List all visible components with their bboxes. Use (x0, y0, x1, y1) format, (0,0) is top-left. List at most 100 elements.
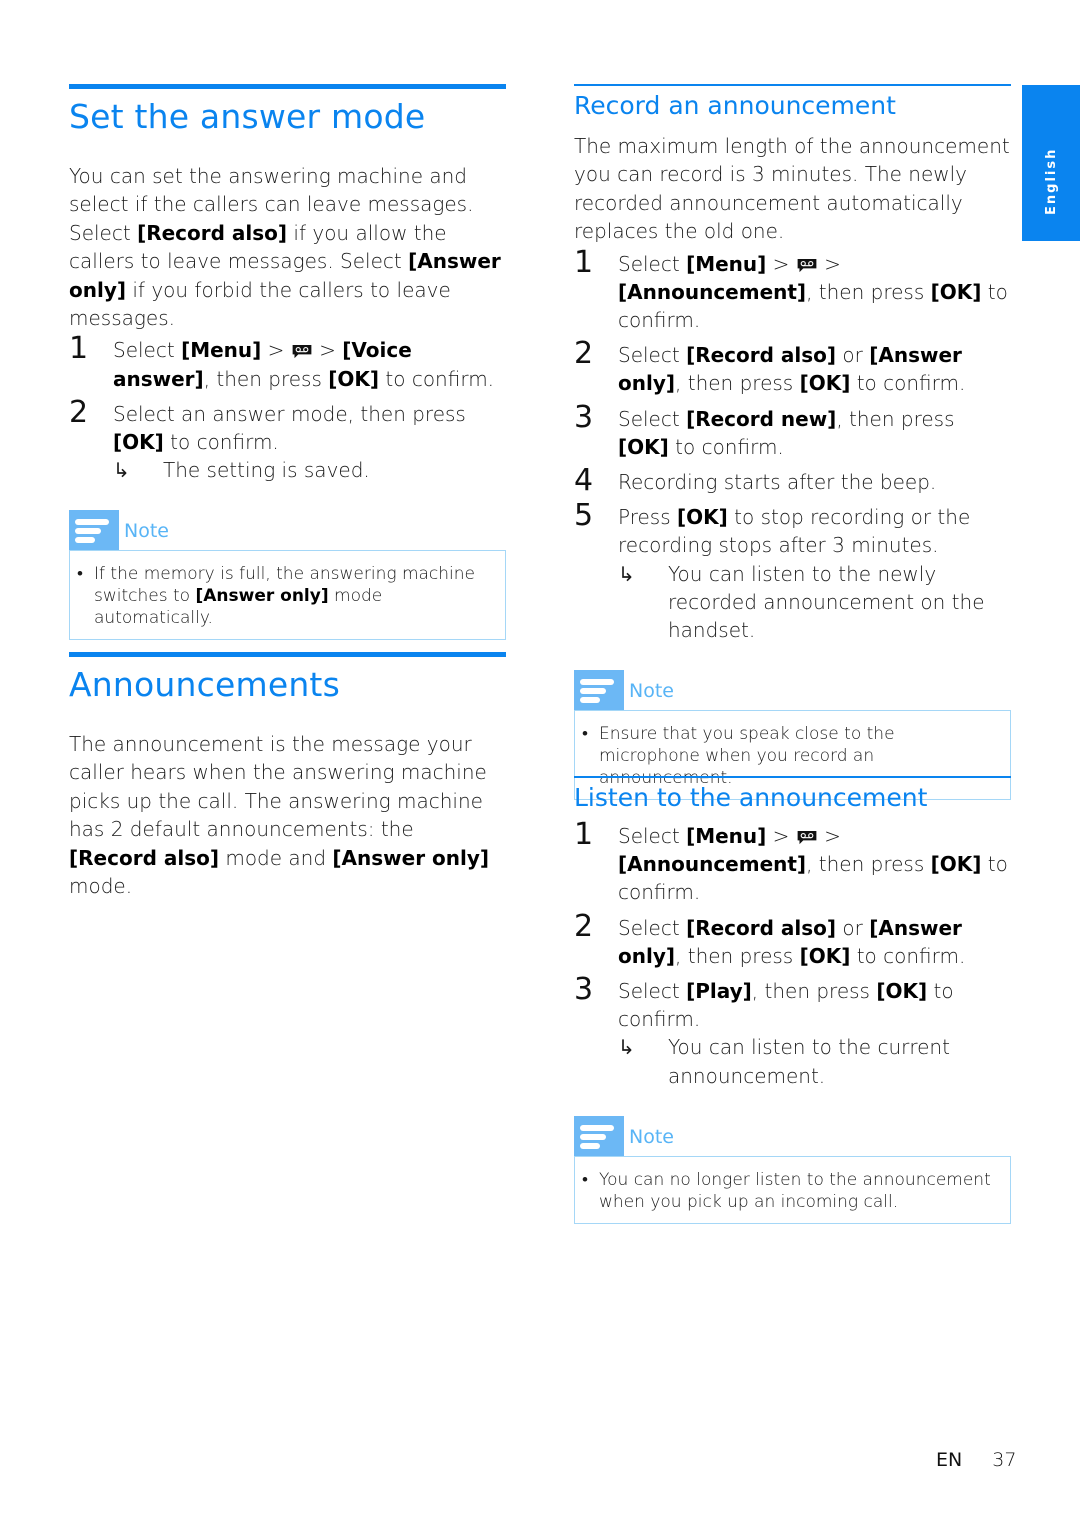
note: Note • If the memory is full, the answerin… (69, 510, 506, 641)
step-result: ↳ You can listen to the newly recorded an… (618, 560, 1011, 645)
note-header: Note (574, 1115, 1011, 1156)
note-header: Note (574, 670, 1011, 711)
note-icon (574, 670, 624, 711)
section-rule (574, 776, 1011, 778)
text-run: Select (618, 824, 687, 848)
step-number: 3 (574, 972, 594, 1008)
step-text: Select [Menu] > > [Announcement], then p… (618, 822, 1011, 907)
result-text: You can listen to the current announceme… (668, 1035, 950, 1088)
voice-message-icon (797, 830, 817, 845)
step-number: 5 (574, 498, 594, 534)
text-run: You can no longer listen to the announce… (599, 1169, 991, 1212)
step-text: Select [Menu] > > [Voice answer], then p… (113, 336, 506, 392)
section-set-answer-mode: Set the answer mode You can set the answ… (69, 84, 506, 641)
step-text: Select an answer mode, then press [OK] t… (113, 400, 506, 456)
option-label: [Record also] (137, 220, 288, 245)
option-label: [Play] (686, 979, 752, 1004)
option-label: [OK] (328, 366, 380, 391)
step-number: 1 (574, 817, 594, 852)
text-run: or (836, 915, 870, 940)
text-run: to confirm. (850, 943, 966, 968)
option-label: [Announcement] (618, 279, 807, 304)
text-run: to confirm. (668, 434, 784, 459)
text-run: Select (618, 343, 687, 368)
text-run: to confirm. (850, 371, 966, 396)
text-run: or (836, 343, 870, 368)
option-label: [Menu] (181, 338, 262, 363)
note-header: Note (69, 510, 506, 551)
section-title: Announcements (69, 665, 340, 704)
voice-message-icon (292, 345, 312, 359)
step-text: Select [Menu] > > [Announcement], then p… (618, 250, 1011, 335)
step-number: 2 (69, 394, 89, 430)
bullet-icon: • (77, 564, 83, 585)
section-record-announcement: Record an announcement The maximum lengt… (574, 84, 1011, 801)
text-run: The announcement is the message your cal… (69, 732, 487, 842)
section-title: Listen to the announcement (574, 783, 928, 812)
text-run: > (312, 338, 343, 363)
step-item: 1 Select [Menu] > > [Announcement], then … (574, 245, 1011, 335)
step-item: 3 Select [Play], then press [OK] to confi… (574, 973, 1011, 1090)
text-run: Select (618, 406, 687, 431)
section-announcements: Announcements The announcement is the me… (69, 652, 506, 900)
option-label: [Answer only] (195, 586, 329, 607)
result-arrow-icon: ↳ (618, 561, 635, 586)
result-text: The setting is saved. (163, 458, 370, 483)
voice-message-icon (797, 258, 817, 272)
section-title: Set the answer mode (69, 97, 426, 136)
result-arrow-icon: ↳ (113, 458, 130, 483)
option-label: [OK] (930, 279, 982, 304)
text-run: , then press (675, 371, 800, 396)
option-label: [OK] (677, 505, 728, 530)
intro-paragraph: The announcement is the message your cal… (69, 730, 506, 900)
step-number: 1 (574, 244, 594, 280)
text-run: > (817, 824, 841, 848)
step-result: ↳ The setting is saved. (113, 456, 506, 484)
note-box: • You can no longer listen to the announc… (574, 1155, 1011, 1224)
text-run: Select (113, 338, 182, 363)
note-box: • If the memory is full, the answering ma… (69, 550, 506, 641)
text-run: , then press (836, 406, 955, 431)
bullet-icon: • (582, 1169, 588, 1190)
text-run: , then press (806, 852, 931, 877)
step-number: 3 (574, 399, 594, 435)
bullet-icon: • (582, 724, 588, 745)
text-run: Press (618, 505, 677, 530)
text-run: > (817, 251, 841, 276)
note-icon (69, 510, 119, 551)
page-footer: EN 37 (936, 1449, 1016, 1471)
step-list: 1 Select [Menu] > > [Voice answer], then … (69, 332, 506, 485)
step-text: Select [Record also] or [Answer only], t… (618, 341, 1011, 397)
result-arrow-icon: ↳ (618, 1035, 635, 1060)
step-item: 4 Recording starts after the beep. (574, 464, 1011, 498)
note-label: Note (629, 680, 674, 703)
option-label: [OK] (113, 430, 164, 455)
section-listen-announcement: Listen to the announcement 1 Select [Menu… (574, 776, 1011, 1224)
section-rule (69, 84, 506, 89)
option-label: [OK] (799, 943, 851, 968)
text-run: , then press (203, 366, 329, 391)
option-label: [OK] (930, 852, 982, 877)
step-item: 1 Select [Menu] > > [Announcement], then … (574, 818, 1011, 907)
step-list: 1 Select [Menu] > > [Announcement], then … (574, 818, 1011, 1090)
step-item: 2 Select [Record also] or [Answer only], … (574, 337, 1011, 397)
option-label: [OK] (618, 434, 669, 459)
text-run: mode. (69, 874, 133, 899)
text-run: Select (618, 251, 687, 276)
text-run: Select an answer mode, then press (113, 401, 466, 426)
step-item: 2 Select [Record also] or [Answer only], … (574, 909, 1011, 970)
option-label: [Record new] (686, 406, 837, 431)
step-item: 3 Select [Record new], then press [OK] to… (574, 400, 1011, 461)
option-label: [Record also] (686, 343, 837, 368)
option-label: [Menu] (686, 251, 767, 276)
step-number: 2 (574, 908, 594, 944)
intro-paragraph: The maximum length of the announcement y… (574, 134, 1010, 244)
step-text: Recording starts after the beep. (618, 468, 1011, 496)
step-item: 2 Select an answer mode, then press [OK] … (69, 395, 506, 485)
step-text: Select [Record new], then press [OK] to … (618, 405, 1011, 461)
footer-language: EN (936, 1449, 963, 1471)
note-label: Note (124, 520, 169, 543)
note-label: Note (629, 1125, 674, 1148)
note-icon (574, 1115, 624, 1156)
text-run: mode and (218, 845, 333, 870)
